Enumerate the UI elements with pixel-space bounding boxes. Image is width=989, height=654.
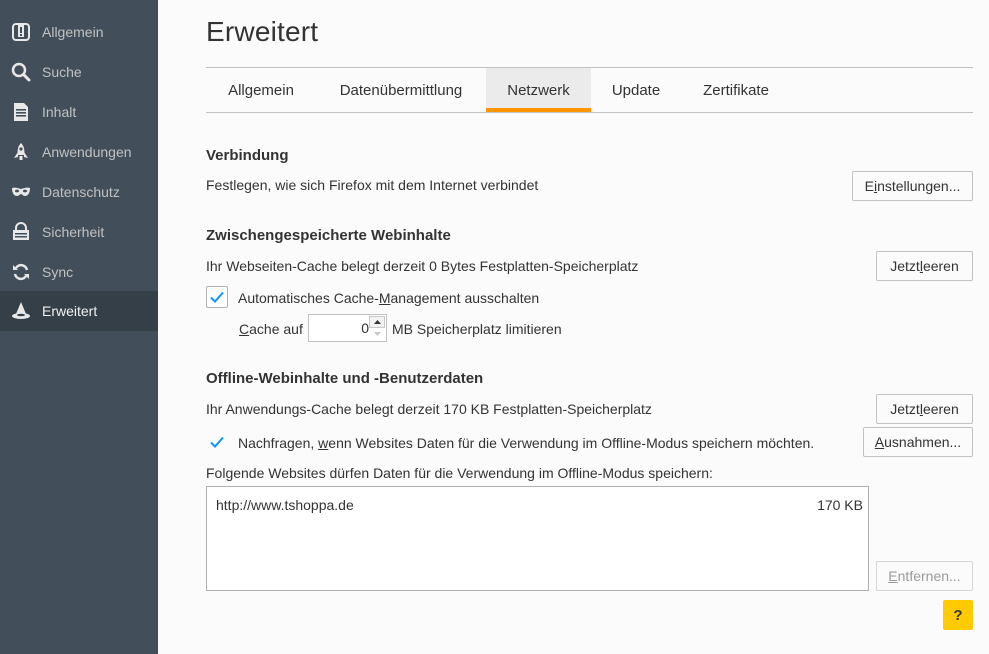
- search-icon: [11, 62, 31, 82]
- cache-override-label[interactable]: Automatisches Cache-Management ausschalt…: [238, 290, 539, 306]
- cache-size-stepper[interactable]: [308, 314, 387, 342]
- sidebar-item-label: Sicherheit: [42, 224, 105, 240]
- sidebar-item-sync[interactable]: Sync: [0, 252, 158, 292]
- rocket-icon: [11, 142, 31, 162]
- divider: [206, 112, 973, 113]
- tab-datenuebermittlung[interactable]: Datenübermittlung: [316, 68, 486, 112]
- connection-heading: Verbindung: [206, 147, 289, 164]
- cache-heading: Zwischengespeicherte Webinhalte: [206, 227, 451, 244]
- lock-icon: [11, 222, 31, 242]
- checkmark-icon: [210, 436, 224, 448]
- tab-bar: Allgemein Datenübermittlung Netzwerk Upd…: [206, 68, 973, 112]
- spin-up-button[interactable]: [369, 316, 385, 328]
- cache-override-checkbox[interactable]: [206, 286, 228, 308]
- tab-zertifikate[interactable]: Zertifikate: [681, 68, 791, 112]
- connection-description: Festlegen, wie sich Firefox mit dem Inte…: [206, 177, 539, 193]
- offline-sites-list[interactable]: http://www.tshoppa.de 170 KB: [206, 486, 869, 591]
- sidebar-item-label: Anwendungen: [42, 144, 132, 160]
- sidebar-item-inhalt[interactable]: Inhalt: [0, 92, 158, 132]
- arrow-up-icon: [373, 320, 381, 324]
- offline-list-caption: Folgende Websites dürfen Daten für die V…: [206, 465, 713, 481]
- offline-heading: Offline-Webinhalte und -Benutzerdaten: [206, 370, 484, 387]
- checkmark-icon: [210, 291, 224, 303]
- help-button[interactable]: ?: [943, 600, 973, 630]
- cache-size-input[interactable]: [309, 315, 372, 341]
- sidebar-item-allgemein[interactable]: Allgemein: [0, 12, 158, 52]
- cache-clear-button[interactable]: Jetzt l eeren: [876, 251, 973, 281]
- general-icon: [11, 22, 31, 42]
- sidebar-item-suche[interactable]: Suche: [0, 52, 158, 92]
- site-url: http://www.tshoppa.de: [216, 497, 354, 513]
- cache-limit-label: Cache auf: [239, 321, 303, 337]
- offline-ask-checkbox[interactable]: [206, 431, 228, 453]
- sidebar-item-sicherheit[interactable]: Sicherheit: [0, 212, 158, 252]
- sidebar-item-anwendungen[interactable]: Anwendungen: [0, 132, 158, 172]
- tab-update[interactable]: Update: [591, 68, 681, 112]
- cache-description: Ihr Webseiten-Cache belegt derzeit 0 Byt…: [206, 258, 639, 274]
- tab-allgemein[interactable]: Allgemein: [206, 68, 316, 112]
- site-size: 170 KB: [817, 497, 863, 513]
- offline-exceptions-button[interactable]: Ausnahmen...: [863, 427, 973, 457]
- sidebar-item-label: Sync: [42, 264, 74, 280]
- wizard-hat-icon: [11, 301, 31, 321]
- sidebar-item-label: Inhalt: [42, 104, 77, 120]
- document-icon: [11, 102, 31, 122]
- tab-netzwerk[interactable]: Netzwerk: [486, 68, 591, 112]
- sidebar-item-label: Erweitert: [42, 303, 98, 319]
- sidebar-item-label: Datenschutz: [42, 184, 120, 200]
- page-title: Erweitert: [206, 16, 319, 47]
- offline-description: Ihr Anwendungs-Cache belegt derzeit 170 …: [206, 401, 652, 417]
- list-item[interactable]: http://www.tshoppa.de 170 KB: [207, 495, 868, 515]
- spin-down-button[interactable]: [369, 328, 385, 340]
- connection-settings-button[interactable]: Ei nstellungen...: [852, 171, 973, 201]
- offline-ask-label[interactable]: Nachfragen, wenn Websites Daten für die …: [238, 435, 814, 451]
- sidebar-item-erweitert[interactable]: Erweitert: [0, 291, 158, 331]
- sidebar-item-label: Allgemein: [42, 24, 104, 40]
- cache-limit-suffix: MB Speicherplatz limitieren: [392, 321, 562, 337]
- offline-remove-button[interactable]: Entfernen...: [876, 561, 973, 591]
- sidebar-item-datenschutz[interactable]: Datenschutz: [0, 172, 158, 212]
- offline-clear-button[interactable]: Jetzt l eeren: [876, 394, 973, 424]
- mask-icon: [11, 182, 31, 202]
- sidebar-item-label: Suche: [42, 64, 82, 80]
- sync-icon: [11, 262, 31, 282]
- sidebar: Allgemein Suche Inhalt Anwendungen Daten…: [0, 0, 158, 654]
- arrow-down-icon: [373, 332, 381, 336]
